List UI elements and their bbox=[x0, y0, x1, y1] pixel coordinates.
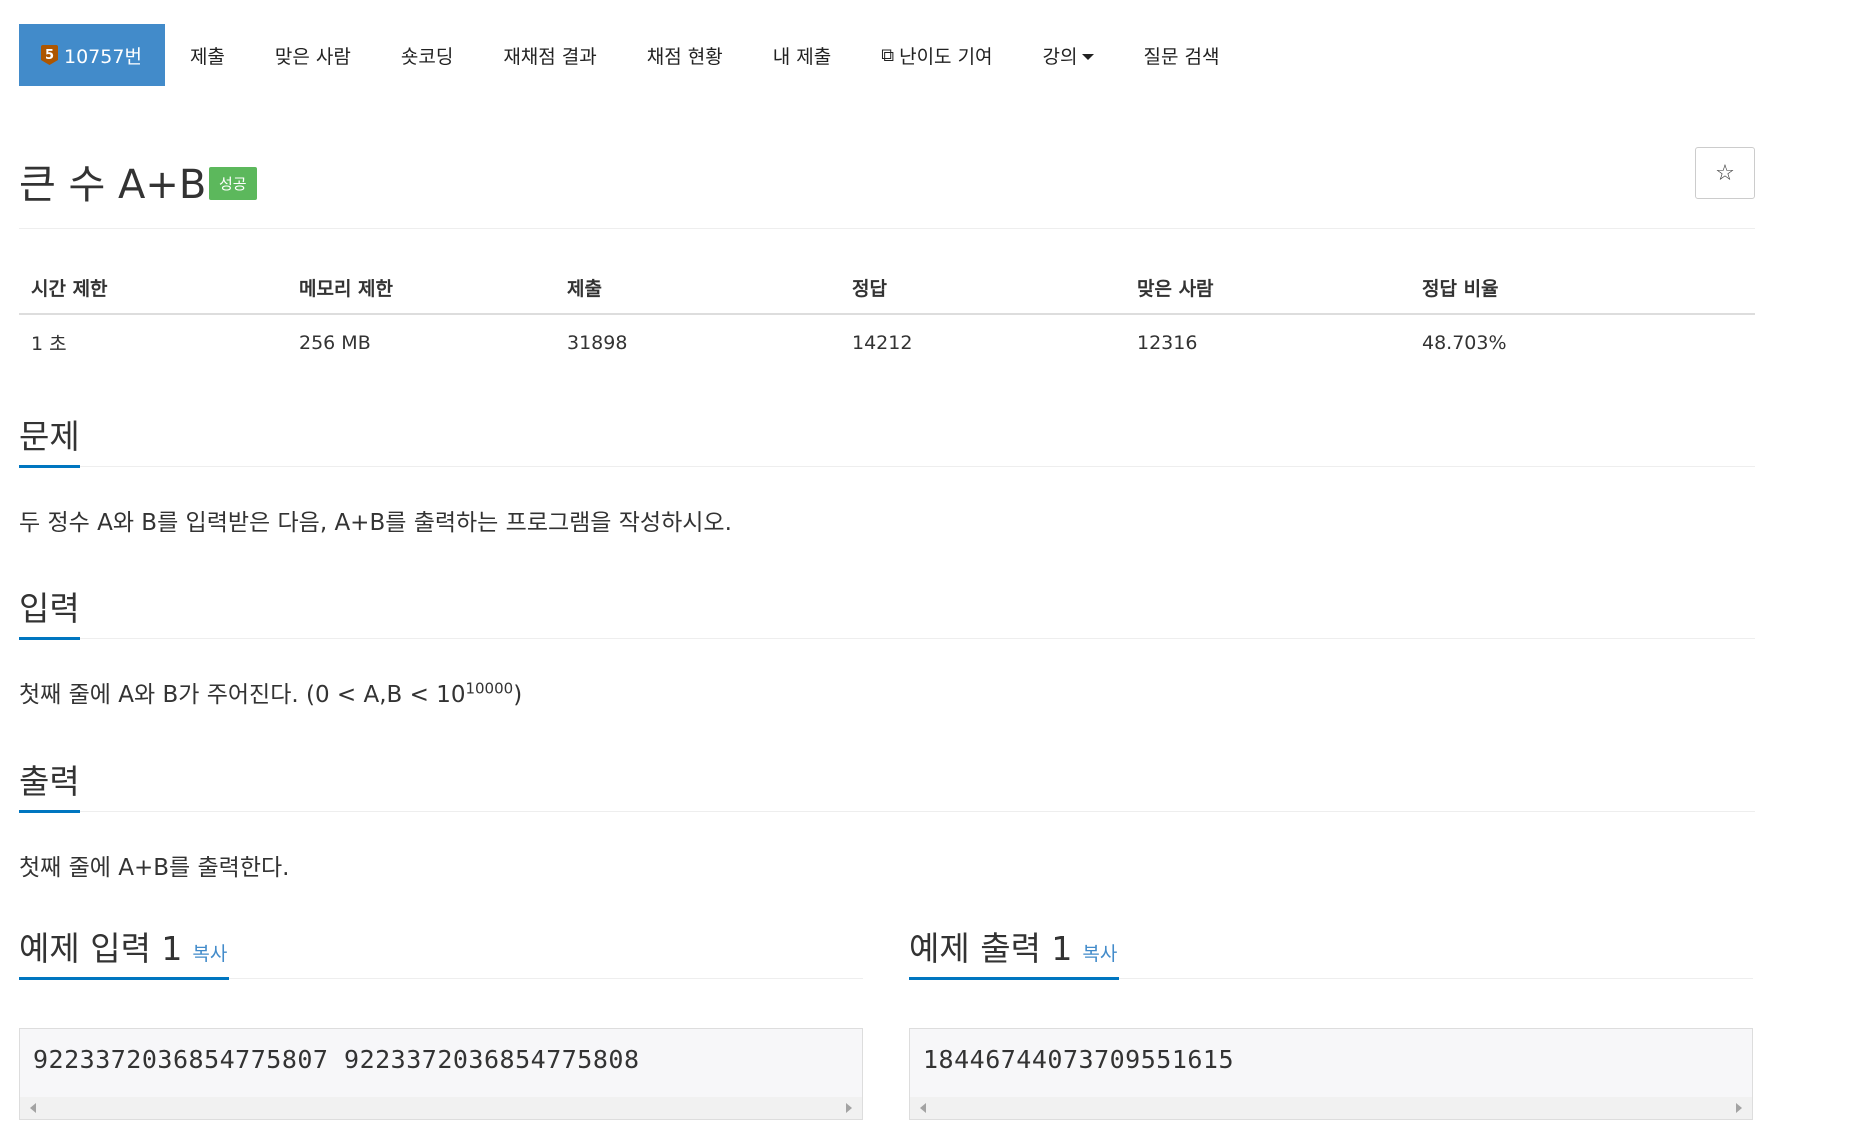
sample-input-code: 9223372036854775807 9223372036854775808 bbox=[33, 1045, 640, 1074]
input-heading: 입력 bbox=[19, 589, 80, 628]
problem-section: 문제 두 정수 A와 B를 입력받은 다음, A+B를 출력하는 프로그램을 작… bbox=[19, 408, 1755, 537]
copy-sample-input-link[interactable]: 복사 bbox=[192, 943, 227, 965]
sample-output-heading-row: 예제 출력 1 복사 bbox=[909, 920, 1753, 980]
heading-underline bbox=[909, 977, 1119, 980]
header-accepted: 정답 bbox=[840, 262, 1125, 315]
external-link-icon: ⧉ bbox=[881, 44, 895, 66]
caret-down-icon bbox=[1081, 53, 1094, 60]
accepted-value: 14212 bbox=[852, 331, 913, 354]
scroll-left-arrow-icon[interactable] bbox=[920, 1103, 926, 1113]
header-time-limit: 시간 제한 bbox=[19, 262, 287, 315]
sample-output-heading: 예제 출력 1 복사 bbox=[909, 922, 1117, 970]
nav-lectures-label: 강의 bbox=[1042, 45, 1078, 68]
input-suffix: ) bbox=[513, 682, 523, 708]
sample-output-title: 예제 출력 1 bbox=[909, 929, 1073, 968]
submissions-value: 31898 bbox=[567, 331, 628, 354]
nav-difficulty-contribution[interactable]: ⧉ 난이도 기여 bbox=[856, 24, 1017, 86]
input-description: 첫째 줄에 A와 B가 주어진다. (0 < A,B < 1010000) bbox=[19, 675, 1755, 709]
output-section: 출력 첫째 줄에 A+B를 출력한다. bbox=[19, 753, 1755, 882]
info-header-row: 시간 제한 메모리 제한 제출 정답 맞은 사람 정답 비율 bbox=[19, 262, 1755, 315]
input-exponent: 10000 bbox=[465, 679, 514, 698]
scroll-right-arrow-icon[interactable] bbox=[846, 1103, 852, 1113]
output-description: 첫째 줄에 A+B를 출력한다. bbox=[19, 855, 290, 881]
sample-input-heading: 예제 입력 1 복사 bbox=[19, 922, 227, 970]
nav-rejudge-results[interactable]: 재채점 결과 bbox=[478, 24, 621, 86]
problem-heading: 문제 bbox=[19, 417, 80, 456]
star-icon: ☆ bbox=[1715, 160, 1735, 186]
header-memory-limit: 메모리 제한 bbox=[287, 262, 555, 315]
horizontal-scrollbar[interactable] bbox=[20, 1097, 862, 1119]
problem-description: 두 정수 A와 B를 입력받은 다음, A+B를 출력하는 프로그램을 작성하시… bbox=[19, 510, 732, 536]
output-heading: 출력 bbox=[19, 762, 80, 801]
sample-input-box[interactable]: 9223372036854775807 9223372036854775808 bbox=[19, 1028, 863, 1120]
copy-sample-output-link[interactable]: 복사 bbox=[1082, 943, 1117, 965]
info-value-row: 1 초 256 MB 31898 14212 12316 48.703% bbox=[19, 314, 1755, 370]
nav-judge-status[interactable]: 채점 현황 bbox=[622, 24, 748, 86]
status-badge: 성공 bbox=[209, 167, 257, 200]
time-limit-value: 1 초 bbox=[31, 333, 67, 355]
sample-input-section: 예제 입력 1 복사 9223372036854775807 9223372036… bbox=[19, 920, 863, 1120]
heading-underline bbox=[19, 637, 80, 640]
nav-problem-number[interactable]: 5 10757번 bbox=[19, 24, 165, 86]
sample-input-heading-row: 예제 입력 1 복사 bbox=[19, 920, 863, 980]
header-accept-ratio: 정답 비율 bbox=[1410, 262, 1755, 315]
nav-solved-users[interactable]: 맞은 사람 bbox=[250, 24, 376, 86]
nav-lectures-dropdown[interactable]: 강의 bbox=[1018, 24, 1119, 86]
horizontal-scrollbar[interactable] bbox=[910, 1097, 1752, 1119]
input-text: 첫째 줄에 A와 B가 주어진다. (0 < A,B < 10 bbox=[19, 682, 466, 708]
favorite-button[interactable]: ☆ bbox=[1695, 147, 1755, 199]
input-heading-row: 입력 bbox=[19, 580, 1755, 640]
scroll-left-arrow-icon[interactable] bbox=[30, 1103, 36, 1113]
sample-input-title: 예제 입력 1 bbox=[19, 929, 183, 968]
nav-submit[interactable]: 제출 bbox=[165, 24, 250, 86]
problem-page: 5 10757번 제출 맞은 사람 숏코딩 재채점 결과 채점 현황 내 제출 … bbox=[0, 0, 1854, 1131]
tier-badge-icon: 5 bbox=[41, 45, 58, 65]
sample-output-section: 예제 출력 1 복사 18446744073709551615 bbox=[909, 920, 1753, 1120]
nav-question-search[interactable]: 질문 검색 bbox=[1119, 24, 1245, 86]
nav-difficulty-label: 난이도 기여 bbox=[899, 45, 993, 68]
nav-short-coding[interactable]: 숏코딩 bbox=[376, 24, 478, 86]
problem-number-label: 10757번 bbox=[64, 45, 142, 68]
solved-users-value: 12316 bbox=[1137, 331, 1198, 354]
sample-output-box[interactable]: 18446744073709551615 bbox=[909, 1028, 1753, 1120]
problem-heading-row: 문제 bbox=[19, 408, 1755, 468]
problem-nav: 5 10757번 제출 맞은 사람 숏코딩 재채점 결과 채점 현황 내 제출 … bbox=[19, 24, 1244, 86]
problem-header: 큰 수 A+B 성공 ☆ bbox=[19, 140, 1755, 229]
accept-ratio-value: 48.703% bbox=[1422, 331, 1507, 354]
heading-underline bbox=[19, 465, 80, 468]
scroll-right-arrow-icon[interactable] bbox=[1736, 1103, 1742, 1113]
output-heading-row: 출력 bbox=[19, 753, 1755, 813]
memory-limit-value: 256 MB bbox=[299, 331, 371, 354]
problem-info-table: 시간 제한 메모리 제한 제출 정답 맞은 사람 정답 비율 1 초 256 M… bbox=[19, 262, 1755, 370]
nav-my-submissions[interactable]: 내 제출 bbox=[748, 24, 856, 86]
problem-title: 큰 수 A+B bbox=[19, 162, 207, 208]
header-submissions: 제출 bbox=[555, 262, 840, 315]
heading-underline bbox=[19, 810, 80, 813]
heading-underline bbox=[19, 977, 229, 980]
sample-output-code: 18446744073709551615 bbox=[923, 1045, 1235, 1074]
input-section: 입력 첫째 줄에 A와 B가 주어진다. (0 < A,B < 1010000) bbox=[19, 580, 1755, 709]
header-solved-users: 맞은 사람 bbox=[1125, 262, 1410, 315]
